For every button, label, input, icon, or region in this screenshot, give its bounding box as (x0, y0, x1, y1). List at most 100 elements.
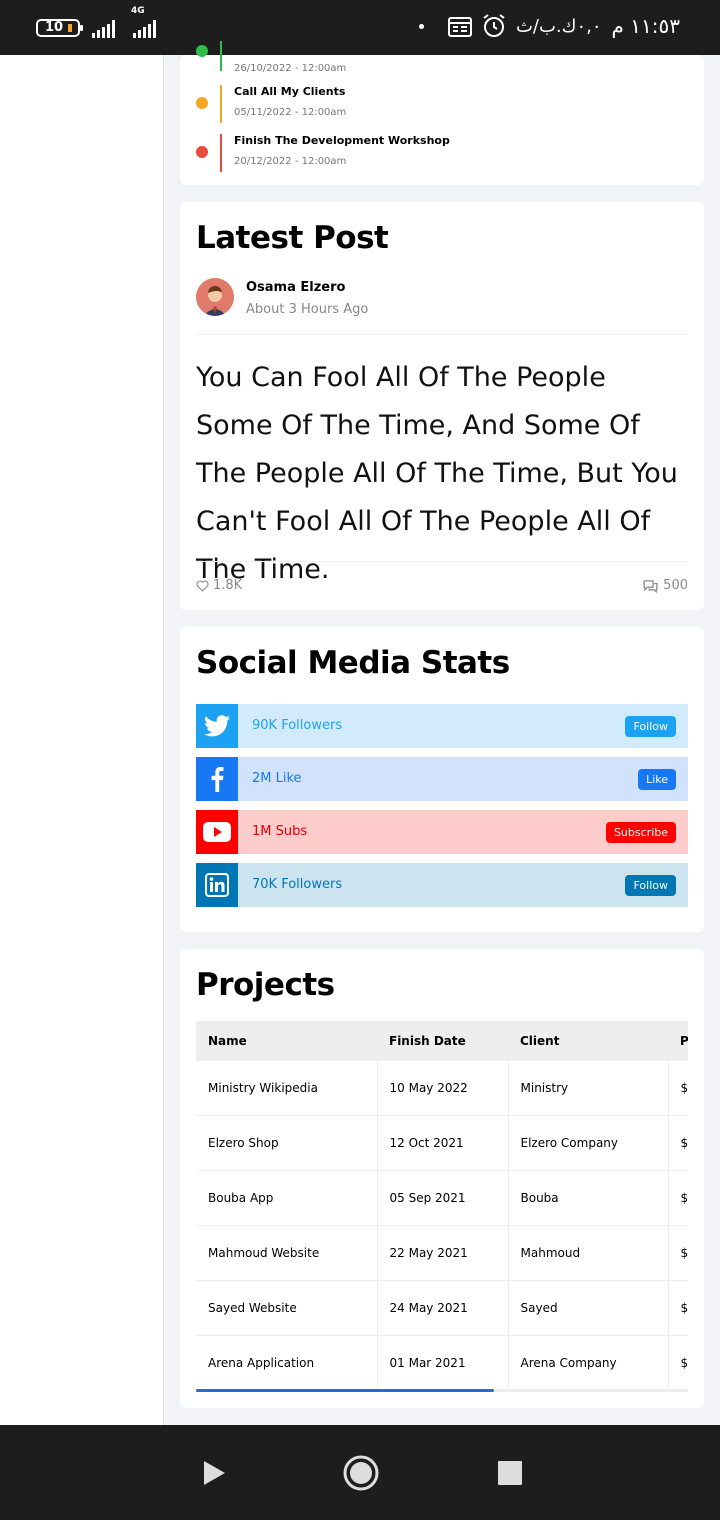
divider (196, 334, 688, 335)
post-time: About 3 Hours Ago (246, 302, 369, 317)
table-row: Sayed Website 24 May 2021 Sayed $ (196, 1280, 688, 1336)
signal-icon (92, 18, 115, 38)
battery-level: 10 (44, 20, 64, 35)
column-header: Name (196, 1021, 377, 1061)
twitter-icon (196, 704, 238, 748)
timeline-item: Finish The Development Workshop 20/12/20… (196, 134, 676, 174)
notification-dot-icon (418, 23, 424, 29)
project-name: Mahmoud Website (196, 1225, 378, 1281)
follow-linkedin-button[interactable]: Follow (625, 875, 676, 896)
comments-value: 500 (663, 578, 688, 593)
project-client: Sayed (507, 1280, 669, 1336)
scrollbar-thumb[interactable] (196, 1389, 494, 1392)
timeline-card: 26/10/2022 - 12:00am Call All My Clients… (180, 41, 704, 185)
timeline-title: Finish The Development Workshop (234, 134, 450, 147)
avatar[interactable] (196, 278, 234, 316)
social-count: 1M Subs (252, 824, 308, 839)
recents-icon (498, 1460, 522, 1485)
social-row-facebook: 2M Like Like (196, 757, 688, 801)
timeline-item: Call All My Clients 05/11/2022 - 12:00am (196, 85, 676, 125)
project-name: Ministry Wikipedia (196, 1061, 378, 1116)
social-count: 2M Like (252, 771, 302, 786)
network-speed: ٠,٠ك.ب/ث (515, 15, 602, 37)
timeline-dot (196, 146, 208, 158)
comments-count[interactable]: 500 (642, 578, 688, 593)
social-row-youtube: 1M Subs Subscribe (196, 810, 688, 854)
home-button[interactable] (321, 1425, 401, 1520)
follow-twitter-button[interactable]: Follow (625, 716, 676, 737)
project-price: $ (667, 1280, 688, 1336)
project-client: Bouba (507, 1170, 669, 1226)
projects-table: Name Finish Date Client Price Ministry W… (196, 1021, 688, 1389)
timeline-date: 20/12/2022 - 12:00am (234, 156, 347, 167)
post-content: You Can Fool All Of The People Some Of T… (196, 362, 678, 585)
timeline-dot (196, 97, 208, 109)
linkedin-icon (196, 863, 238, 907)
timeline-title: Call All My Clients (234, 85, 346, 98)
comments-icon (643, 579, 658, 593)
navigation-bar (0, 1425, 720, 1520)
timeline-item: 26/10/2022 - 12:00am (196, 41, 676, 81)
heart-icon (196, 579, 209, 592)
project-date: 10 May 2022 (376, 1061, 509, 1116)
social-count: 70K Followers (252, 877, 343, 892)
project-client: Mahmoud (507, 1225, 669, 1281)
timeline-dot (196, 45, 208, 57)
project-name: Arena Application (196, 1335, 378, 1389)
social-stats-card: Social Media Stats 90K Followers Follow … (180, 627, 704, 932)
project-date: 01 Mar 2021 (376, 1335, 509, 1389)
project-client: Ministry (507, 1061, 669, 1116)
horizontal-scrollbar[interactable] (196, 1389, 688, 1392)
signal-4g-icon: 4G (127, 6, 156, 38)
project-name: Sayed Website (196, 1280, 378, 1336)
table-row: Elzero Shop 12 Oct 2021 Elzero Company $ (196, 1115, 688, 1171)
sidebar (0, 55, 164, 1425)
project-client: Elzero Company (507, 1115, 669, 1171)
timeline-date: 05/11/2022 - 12:00am (234, 107, 347, 118)
calendar-icon (447, 17, 472, 37)
project-date: 22 May 2021 (376, 1225, 509, 1281)
project-price: $ (667, 1170, 688, 1226)
subscribe-youtube-button[interactable]: Subscribe (605, 822, 676, 843)
table-row: Arena Application 01 Mar 2021 Arena Comp… (196, 1335, 688, 1389)
card-title: Social Media Stats (196, 645, 510, 681)
back-icon (204, 1460, 225, 1485)
likes-count[interactable]: 1.8K (196, 578, 242, 593)
divider (196, 561, 688, 562)
timeline-line (220, 85, 222, 123)
project-date: 12 Oct 2021 (376, 1115, 509, 1171)
project-name: Bouba App (196, 1170, 378, 1226)
column-header: Finish Date (377, 1021, 508, 1061)
projects-card: Projects Name Finish Date Client Price M… (180, 949, 704, 1408)
table-row: Bouba App 05 Sep 2021 Bouba $ (196, 1170, 688, 1226)
back-button[interactable] (174, 1425, 254, 1520)
project-name: Elzero Shop (196, 1115, 378, 1171)
card-title: Projects (196, 967, 335, 1003)
alarm-icon (483, 14, 505, 37)
table-header-row: Name Finish Date Client Price (196, 1021, 688, 1061)
latest-post-card: Latest Post Osama Elzero About 3 Hours A… (180, 202, 704, 610)
social-row-linkedin: 70K Followers Follow (196, 863, 688, 907)
clock: ١١:٥٣ م (611, 14, 680, 38)
social-count: 90K Followers (252, 718, 343, 733)
table-row: Ministry Wikipedia 10 May 2022 Ministry … (196, 1061, 688, 1116)
battery-icon: 10 (36, 19, 83, 37)
post-author[interactable]: Osama Elzero (246, 280, 345, 295)
project-date: 05 Sep 2021 (376, 1170, 509, 1226)
like-facebook-button[interactable]: Like (638, 769, 676, 790)
social-row-twitter: 90K Followers Follow (196, 704, 688, 748)
project-price: $ (667, 1335, 688, 1389)
project-price: $ (667, 1061, 688, 1116)
timeline-date: 26/10/2022 - 12:00am (234, 63, 347, 74)
projects-table-wrapper[interactable]: Name Finish Date Client Price Ministry W… (196, 1021, 688, 1389)
recents-button[interactable] (470, 1425, 550, 1520)
column-header: Price (668, 1021, 688, 1061)
facebook-icon (196, 757, 238, 801)
home-icon (343, 1455, 379, 1490)
timeline-line (220, 41, 222, 71)
project-client: Arena Company (507, 1335, 669, 1389)
project-price: $ (667, 1225, 688, 1281)
youtube-icon (196, 810, 238, 854)
likes-value: 1.8K (213, 578, 243, 593)
network-type: 4G (131, 6, 145, 16)
